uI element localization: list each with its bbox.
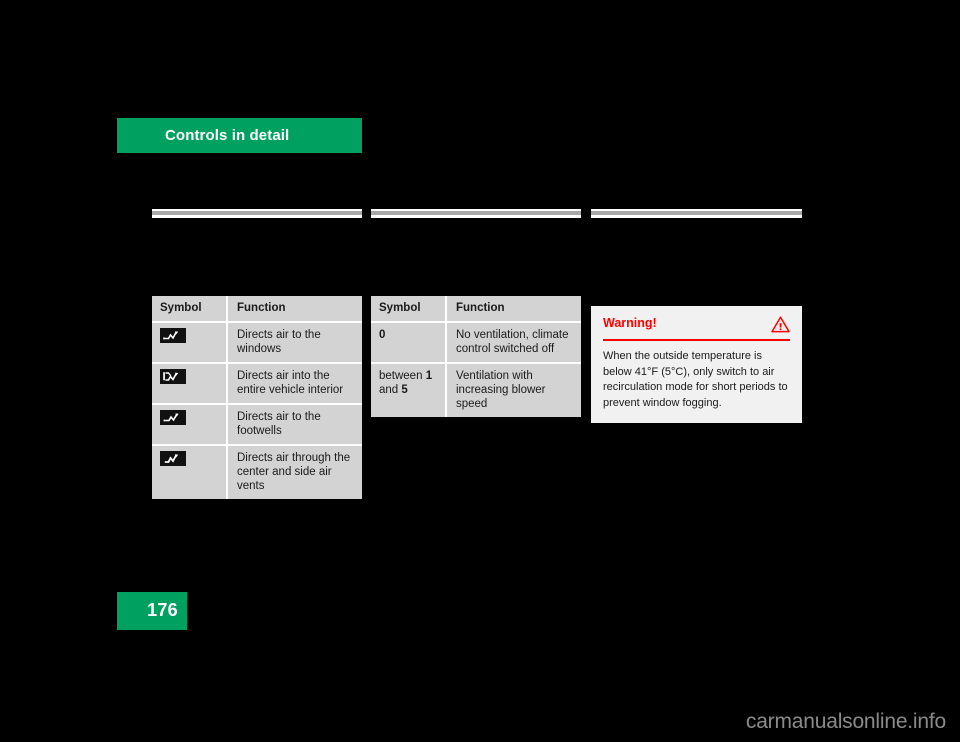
- symbol-cell: between 1 and 5: [371, 364, 447, 417]
- air-to-footwells-icon: [160, 410, 186, 425]
- page-title: Controls in detail: [165, 127, 290, 144]
- function-cell: Directs air to the windows: [237, 329, 321, 355]
- column-rule-3: [591, 209, 802, 218]
- column-header-symbol: Symbol: [371, 296, 447, 321]
- warning-triangle-icon: [771, 316, 790, 333]
- column-rule-2: [371, 209, 581, 218]
- warning-box: Warning! When the outside temperature is…: [591, 306, 802, 423]
- table-row: Directs air into the entire vehicle inte…: [152, 364, 362, 405]
- symbol-prefix: between: [379, 370, 426, 382]
- table-header-row: Symbol Function: [152, 296, 362, 323]
- warning-text: When the outside temperature is below 41…: [603, 350, 788, 409]
- symbol-range-start: 1: [425, 370, 433, 382]
- symbol-cell: 0: [371, 323, 447, 362]
- symbol-cell: [152, 446, 228, 499]
- symbol-cell: [152, 364, 228, 403]
- blower-speed-table: Symbol Function 0 No ventilation, climat…: [371, 296, 581, 417]
- column-header-symbol: Symbol: [152, 296, 228, 321]
- table-row: between 1 and 5 Ventilation with increas…: [371, 364, 581, 417]
- table-row: Directs air to the windows: [152, 323, 362, 364]
- chapter-header-bar: Controls in detail: [117, 118, 362, 153]
- table-row: Directs air to the footwells: [152, 405, 362, 446]
- warning-header: Warning!: [603, 316, 790, 341]
- page-number: 176: [147, 600, 178, 620]
- table-row: Directs air through the center and side …: [152, 446, 362, 499]
- function-cell: Directs air to the footwells: [237, 411, 321, 437]
- symbol-range-end: 5: [401, 384, 408, 396]
- warning-title: Warning!: [603, 316, 657, 330]
- table-header-row: Symbol Function: [371, 296, 581, 323]
- function-cell: No ventilation, climate control switched…: [456, 329, 569, 355]
- column-rule-1: [152, 209, 362, 218]
- function-cell: Directs air into the entire vehicle inte…: [237, 370, 344, 396]
- function-cell: Ventilation with increasing blower speed: [456, 370, 546, 410]
- page-number-badge: 176: [117, 592, 187, 630]
- function-cell: Directs air through the center and side …: [237, 452, 351, 492]
- symbol-conjunction: and: [379, 384, 402, 396]
- air-to-entire-interior-icon: [160, 369, 186, 384]
- air-distribution-table: Symbol Function Directs air to the windo…: [152, 296, 362, 499]
- symbol-value: 0: [379, 329, 386, 341]
- table-row: 0 No ventilation, climate control switch…: [371, 323, 581, 364]
- air-to-center-side-vents-icon: [160, 451, 186, 466]
- symbol-cell: [152, 323, 228, 362]
- symbol-cell: [152, 405, 228, 444]
- column-header-function: Function: [237, 302, 286, 314]
- air-to-windows-icon: [160, 328, 186, 343]
- site-watermark: carmanualsonline.info: [745, 710, 946, 733]
- column-header-function: Function: [456, 302, 505, 314]
